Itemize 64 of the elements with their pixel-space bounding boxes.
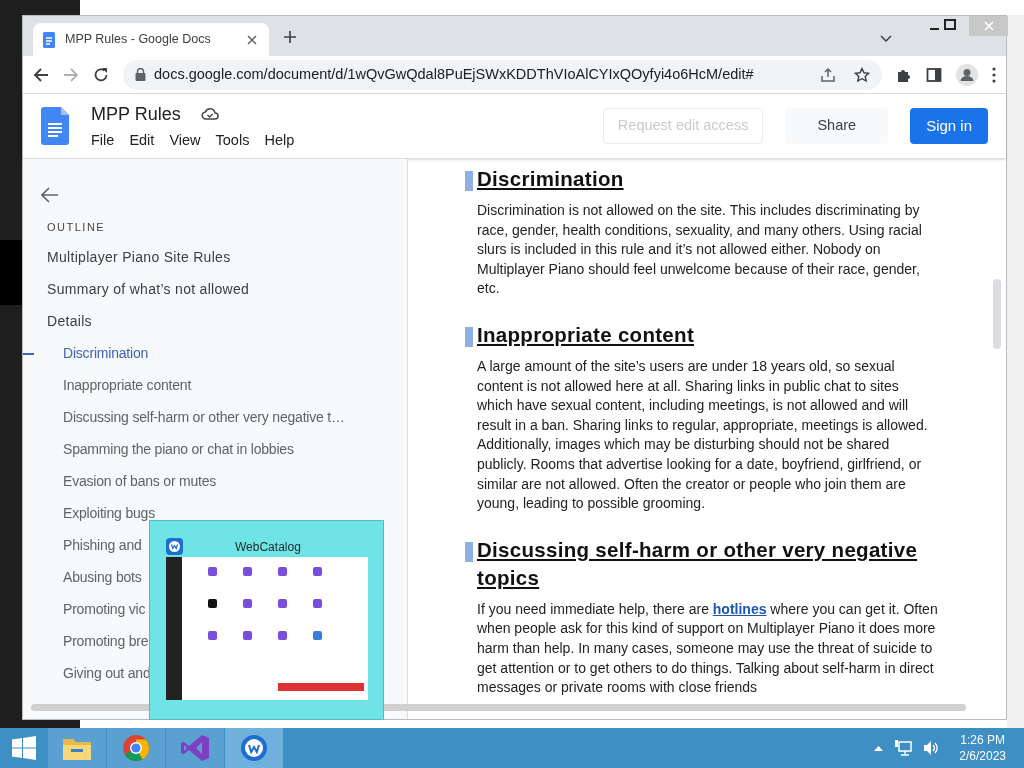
back-arrow-icon[interactable] — [41, 187, 59, 203]
paragraph: A large amount of the site’s users are under 18 years old, so sexual content is not allowed here at all. Sharing links in public chat to sites which have sexual content, including meetings, is not allowed and will result in a ban. Sharing links to regular, appropriate, meetings is allowed. Additionally, images which may be disturbing should not be shared publicly. Rooms that advertise looking for a date, boyfriend, girlfriend, or similar are not allowed. Often the creator or people who join them are young, leading to possible grooming. — [477, 356, 929, 514]
webcatalog-icon — [240, 734, 268, 762]
hotlines-link[interactable]: hotlines — [712, 600, 767, 617]
reload-icon[interactable] — [93, 66, 109, 83]
outline-item[interactable]: Promoting bre — [63, 631, 149, 652]
webcatalog-app-icon — [166, 538, 183, 555]
tab-title: MPP Rules - Google Docs — [65, 31, 212, 49]
back-icon[interactable] — [33, 66, 49, 83]
docs-logo-icon — [41, 107, 69, 145]
dark-panel — [0, 240, 22, 305]
lock-icon — [135, 68, 146, 81]
outline-item[interactable]: Inappropriate content — [63, 375, 192, 396]
cloud-icon[interactable] — [200, 107, 219, 122]
preview-title: WebCatalog — [235, 539, 301, 556]
close-icon — [983, 21, 994, 31]
taskbar-app[interactable] — [225, 728, 283, 768]
section-heading: Inappropriate content — [477, 321, 695, 348]
paragraph: Discrimination is not allowed on the site. This includes discriminating by race, gender, health conditions, sexuality, and many others. Using racial slurs is included in this rule and it’s not allowed either. Nobody on Multiplayer Piano should feel unwelcome because of their race, gender, etc. — [477, 201, 923, 299]
docs-favicon-icon — [43, 31, 55, 48]
outline-item[interactable]: Discrimination — [63, 343, 149, 364]
outline-item[interactable]: Multiplayer Piano Site Rules — [47, 247, 231, 268]
menu-item[interactable]: File — [91, 129, 115, 152]
section-heading: Discussing self-harm or other very negative topics — [477, 536, 919, 591]
chrome-icon — [122, 734, 150, 762]
outline-item[interactable]: Evasion of bans or mutes — [63, 471, 217, 492]
menu-item[interactable]: Help — [264, 129, 295, 152]
share-icon[interactable] — [820, 66, 836, 83]
taskbar-app[interactable] — [107, 728, 165, 768]
volume-icon[interactable] — [923, 740, 940, 756]
more-icon[interactable] — [992, 66, 996, 83]
url-text: docs.google.com/document/d/1wQvGwQdal8PuEjSWxKDDThVIoAlCYIxQOyfyi4o6HcM/edit# — [154, 64, 754, 84]
outline-item[interactable]: Promoting vic — [63, 599, 146, 620]
close-tab-icon[interactable] — [247, 34, 257, 45]
windows-icon — [12, 736, 36, 760]
section-heading: Discrimination — [477, 166, 625, 192]
outline-item[interactable]: Summary of what’s not allowed — [47, 279, 250, 300]
address-bar[interactable]: docs.google.com/document/d/1wQvGwQdal8PuEjSWxKDDThVIoAlCYIxQOyfyi4o6HcM/edit# — [123, 59, 882, 90]
maximize-icon[interactable] — [944, 19, 956, 31]
chevron-down-icon[interactable] — [880, 35, 892, 43]
preview-popup[interactable]: WebCatalog — [149, 520, 384, 720]
document-title[interactable]: MPP Rules — [91, 100, 181, 128]
outline-item[interactable]: Details — [47, 311, 92, 332]
network-icon[interactable] — [895, 740, 914, 756]
chevron-up-icon[interactable] — [874, 745, 884, 751]
infinity-logo-icon — [180, 733, 210, 763]
plus-icon — [283, 30, 297, 44]
profile-icon[interactable] — [956, 63, 978, 86]
star-icon[interactable] — [854, 66, 870, 83]
menu-item[interactable]: View — [169, 129, 201, 152]
outline-item[interactable]: Phishing and — [63, 535, 142, 556]
menu-item[interactable]: Edit — [129, 129, 155, 152]
menu-item[interactable]: Tools — [215, 129, 250, 152]
outline-item[interactable]: Discussing self-harm or other very negative t… — [63, 407, 345, 428]
share-button[interactable]: Share — [785, 108, 889, 144]
vertical-scrollbar[interactable] — [993, 279, 1001, 349]
outline-item[interactable]: Abusing bots — [63, 567, 142, 588]
outline-item[interactable]: Spamming the piano or chat in lobbies — [63, 439, 294, 460]
paragraph: If you need immediate help, there are hotlines where you can get it. Often when people ask for this kind of support on Multiplayer Piano it does more harm than help. In many cases, someone may use the threat of suicide to get attention or to get others to do things. Talking about self-harm in direct messages or private rooms with close friends — [477, 599, 938, 698]
side-panel-icon[interactable] — [926, 66, 942, 83]
clock[interactable]: 1:26 PM 2/6/2023 — [959, 732, 1006, 764]
browser-tab[interactable]: MPP Rules - Google Docs — [33, 23, 269, 56]
sign-in-button[interactable]: Sign in — [910, 108, 988, 144]
outline-label: OUTLINE — [47, 220, 107, 235]
